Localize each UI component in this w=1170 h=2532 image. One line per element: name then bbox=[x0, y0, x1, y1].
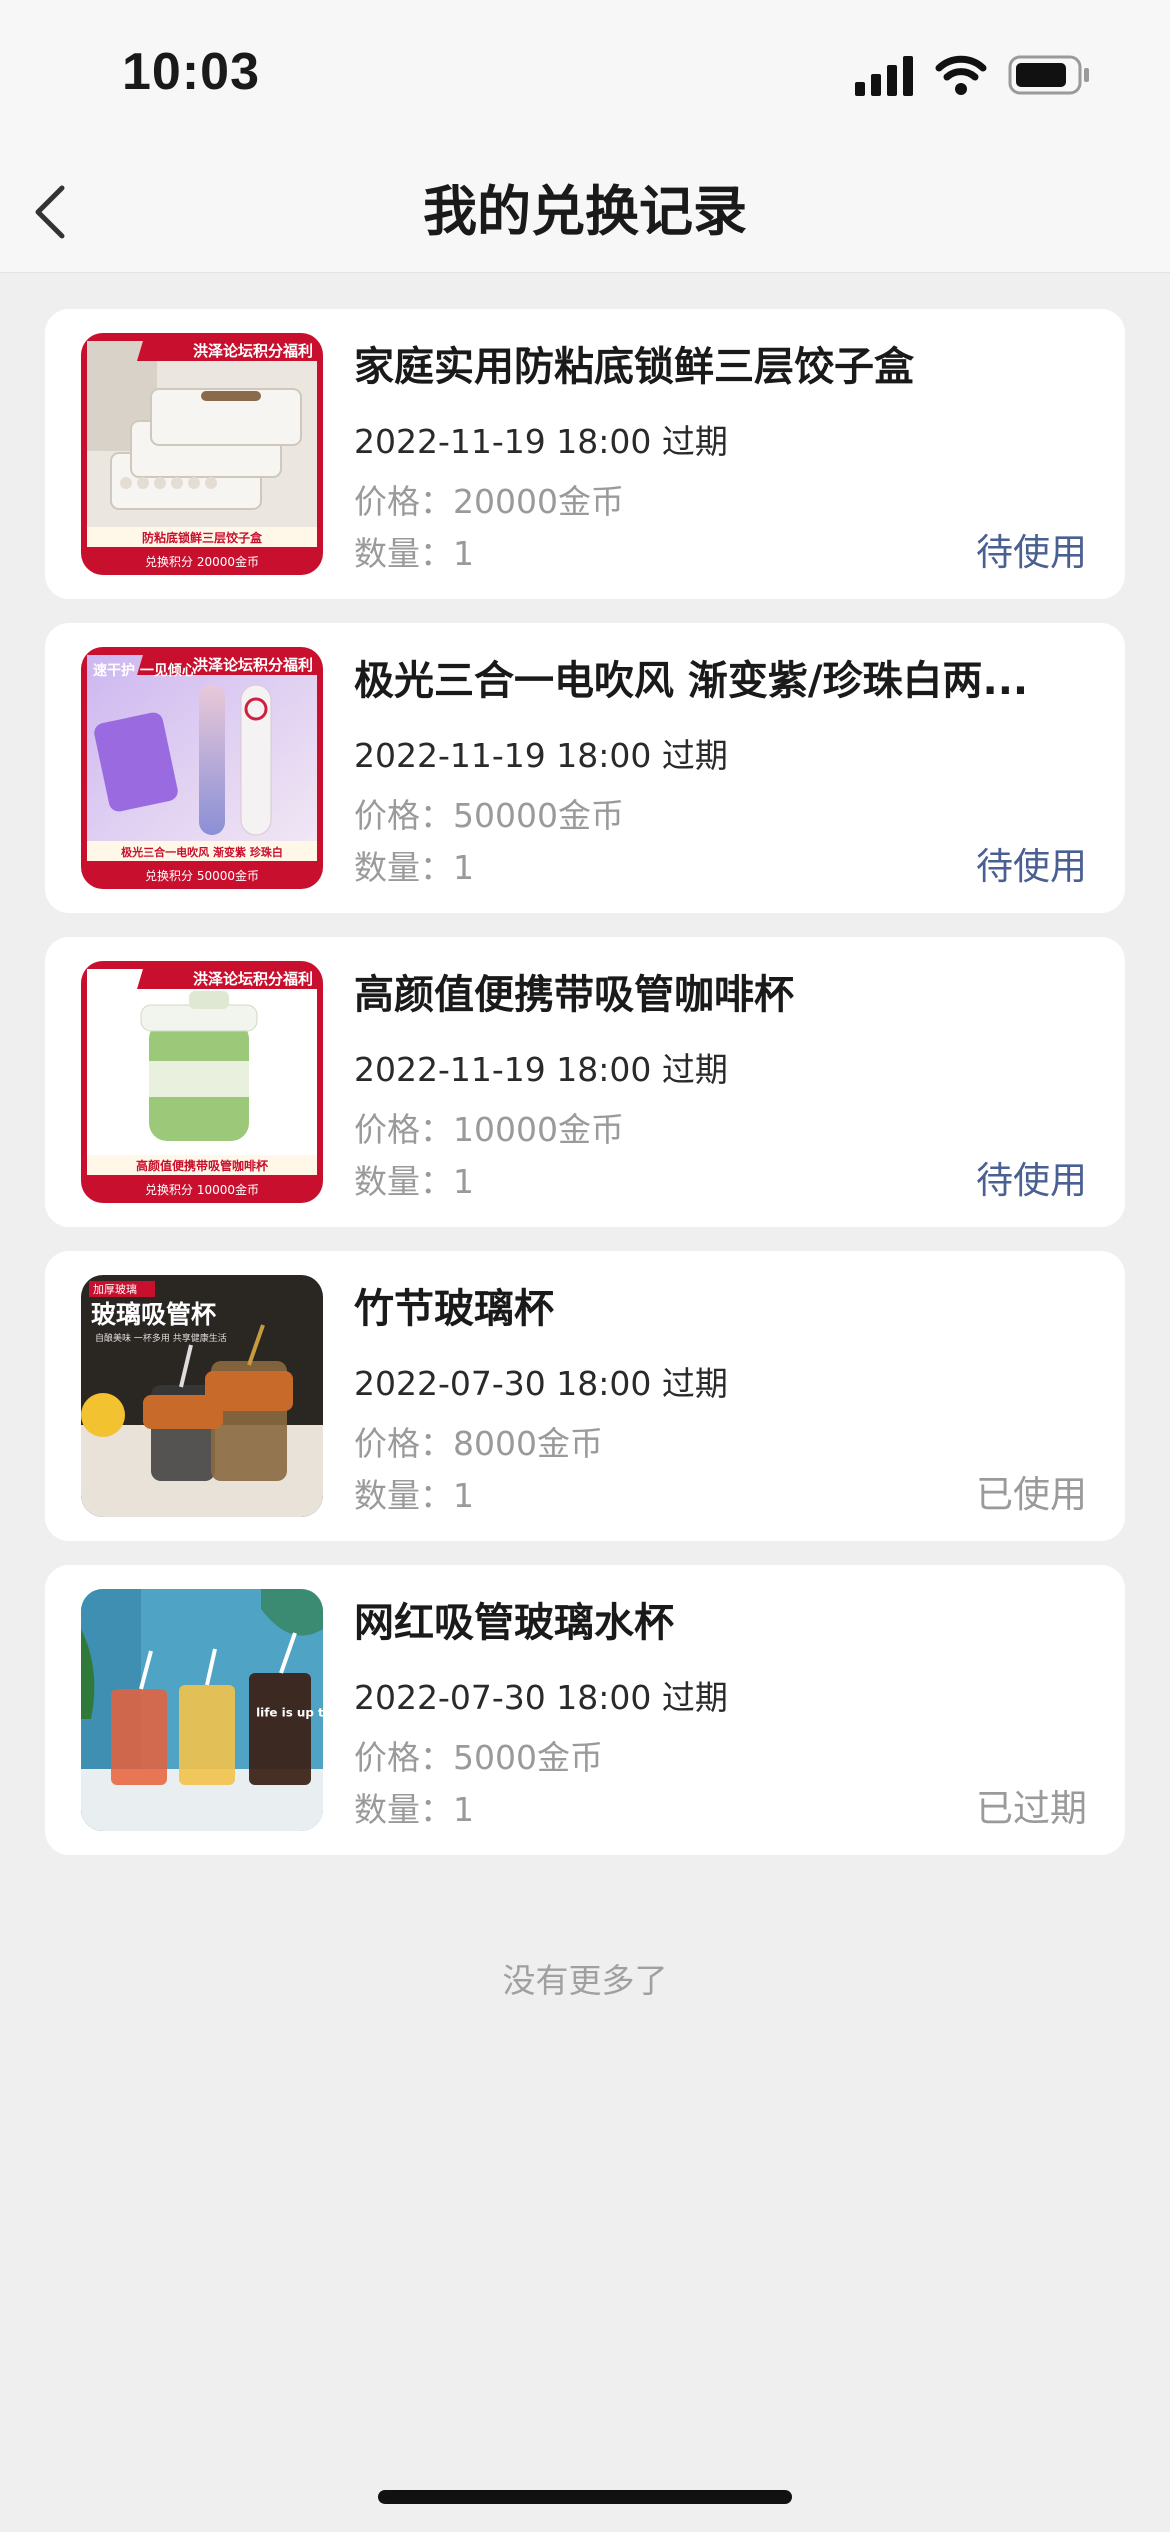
thumb-banner: 洪泽论坛积分福利 bbox=[193, 342, 313, 360]
product-thumbnail: life is up to me bbox=[81, 1589, 323, 1831]
thumb-subline: 自酿美味 一杯多用 共享健康生活 bbox=[95, 1332, 227, 1344]
item-quantity: 数量：1 bbox=[354, 1162, 474, 1201]
status-label: 待使用 bbox=[976, 845, 1087, 888]
thumb-caption: 防粘底锁鲜三层饺子盒 bbox=[142, 530, 263, 545]
product-thumbnail: 洪泽论坛积分福利 高颜值便携带吸管咖啡杯 兑换积分 10000金币 bbox=[81, 961, 323, 1203]
item-price: 价格：50000金币 bbox=[354, 796, 624, 835]
redemption-card[interactable]: life is up to me 网红吸管玻璃水杯 2022-07-30 18:… bbox=[45, 1565, 1125, 1855]
item-title: 竹节玻璃杯 bbox=[354, 1286, 554, 1332]
item-price: 价格：8000金币 bbox=[354, 1424, 603, 1463]
battery-icon bbox=[1008, 55, 1089, 95]
no-more-text: 没有更多了 bbox=[502, 1961, 668, 2000]
item-quantity: 数量：1 bbox=[354, 1476, 474, 1515]
item-quantity: 数量：1 bbox=[354, 848, 474, 887]
status-label: 待使用 bbox=[976, 1159, 1087, 1202]
signal-icon bbox=[855, 56, 913, 96]
item-price: 价格：20000金币 bbox=[354, 482, 624, 521]
status-label: 已过期 bbox=[976, 1787, 1087, 1830]
status-label: 已使用 bbox=[976, 1473, 1087, 1516]
thumb-tag: 加厚玻璃 bbox=[93, 1282, 137, 1296]
thumb-side-text: 速干护 一见倾心 bbox=[93, 662, 196, 679]
wifi-icon bbox=[935, 55, 987, 95]
thumb-headline: 玻璃吸管杯 bbox=[91, 1300, 216, 1329]
page-title: 我的兑换记录 bbox=[423, 180, 747, 243]
item-title: 极光三合一电吹风 渐变紫/珍珠白两... bbox=[354, 658, 1029, 704]
product-thumbnail: 洪泽论坛积分福利 速干护 一见倾心 极光三合一电吹风 渐变紫 珍珠白 兑换积分 … bbox=[81, 647, 323, 889]
status-label: 待使用 bbox=[976, 531, 1087, 574]
item-expiry: 2022-11-19 18:00 过期 bbox=[354, 736, 728, 775]
item-expiry: 2022-07-30 18:00 过期 bbox=[354, 1678, 728, 1717]
redemption-card[interactable]: 洪泽论坛积分福利 防粘底锁鲜三层饺子盒 兑换积分 20000金币 家庭实用防粘底… bbox=[45, 309, 1125, 599]
redemption-list: 洪泽论坛积分福利 防粘底锁鲜三层饺子盒 兑换积分 20000金币 家庭实用防粘底… bbox=[45, 309, 1125, 1879]
thumb-banner: 洪泽论坛积分福利 bbox=[193, 656, 313, 674]
redemption-card[interactable]: 洪泽论坛积分福利 速干护 一见倾心 极光三合一电吹风 渐变紫 珍珠白 兑换积分 … bbox=[45, 623, 1125, 913]
item-title: 家庭实用防粘底锁鲜三层饺子盒 bbox=[354, 344, 914, 390]
thumb-points: 兑换积分 50000金币 bbox=[145, 868, 259, 883]
thumb-points: 兑换积分 10000金币 bbox=[145, 1182, 259, 1197]
thumb-cup-text: life is up to me bbox=[256, 1706, 323, 1720]
item-expiry: 2022-07-30 18:00 过期 bbox=[354, 1364, 728, 1403]
item-quantity: 数量：1 bbox=[354, 534, 474, 573]
thumb-banner: 洪泽论坛积分福利 bbox=[193, 970, 313, 988]
redemption-card[interactable]: 加厚玻璃 玻璃吸管杯 自酿美味 一杯多用 共享健康生活 竹节玻璃杯 2022-0… bbox=[45, 1251, 1125, 1541]
item-title: 高颜值便携带吸管咖啡杯 bbox=[354, 972, 794, 1018]
status-bar: 10:03 bbox=[0, 0, 1170, 150]
product-thumbnail: 加厚玻璃 玻璃吸管杯 自酿美味 一杯多用 共享健康生活 bbox=[81, 1275, 323, 1517]
home-indicator bbox=[378, 2490, 792, 2504]
item-title: 网红吸管玻璃水杯 bbox=[354, 1600, 674, 1646]
thumb-caption: 极光三合一电吹风 渐变紫 珍珠白 bbox=[121, 845, 283, 859]
thumb-points: 兑换积分 20000金币 bbox=[145, 554, 259, 569]
status-time: 10:03 bbox=[122, 43, 260, 101]
nav-bar: 我的兑换记录 bbox=[0, 150, 1170, 273]
item-price: 价格：10000金币 bbox=[354, 1110, 624, 1149]
product-thumbnail: 洪泽论坛积分福利 防粘底锁鲜三层饺子盒 兑换积分 20000金币 bbox=[81, 333, 323, 575]
item-quantity: 数量：1 bbox=[354, 1790, 474, 1829]
thumb-caption: 高颜值便携带吸管咖啡杯 bbox=[136, 1158, 269, 1173]
item-expiry: 2022-11-19 18:00 过期 bbox=[354, 422, 728, 461]
item-price: 价格：5000金币 bbox=[354, 1738, 603, 1777]
redemption-card[interactable]: 洪泽论坛积分福利 高颜值便携带吸管咖啡杯 兑换积分 10000金币 高颜值便携带… bbox=[45, 937, 1125, 1227]
item-expiry: 2022-11-19 18:00 过期 bbox=[354, 1050, 728, 1089]
